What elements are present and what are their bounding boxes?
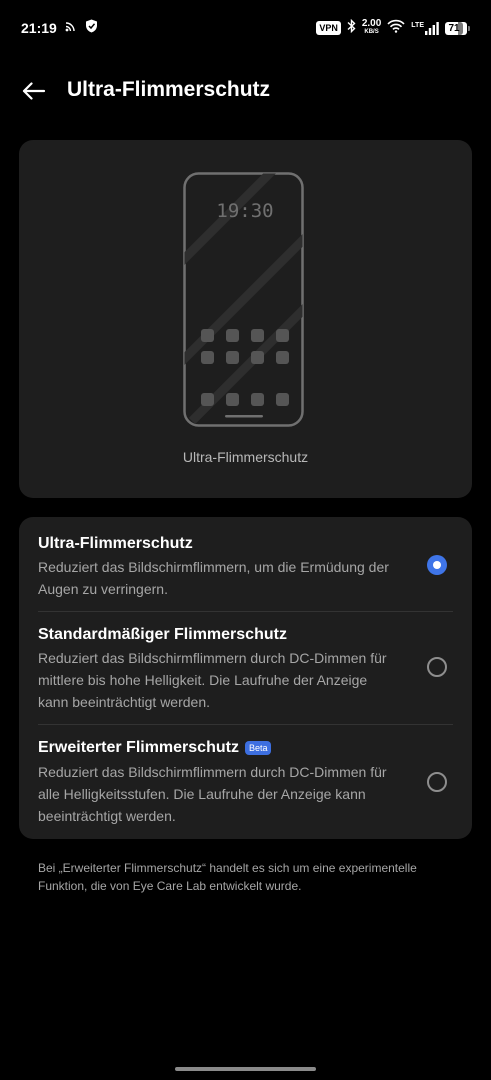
status-bar-left: 21:19 xyxy=(21,19,98,38)
radio-button[interactable] xyxy=(427,657,447,677)
radio-button-selected[interactable] xyxy=(427,555,447,575)
option-ultra-flimmerschutz[interactable]: Ultra-Flimmerschutz Reduziert das Bildsc… xyxy=(19,517,472,611)
network-type-label: LTE xyxy=(411,21,424,29)
screen: 21:19 VPN 2.00 KB/S LTE 71 Ultra-Flimmer… xyxy=(0,0,491,1080)
speed-unit: KB/S xyxy=(364,29,379,35)
lte-signal-icon: LTE xyxy=(411,21,439,35)
network-speed: 2.00 KB/S xyxy=(362,19,381,37)
page-title: Ultra-Flimmerschutz xyxy=(67,78,271,101)
option-title-text: Erweiterter Flimmerschutz xyxy=(38,739,239,756)
option-title: Ultra-Flimmerschutz xyxy=(38,535,193,553)
speed-value: 2.00 xyxy=(361,18,382,29)
bluetooth-icon xyxy=(347,18,356,38)
home-indicator[interactable] xyxy=(175,1067,316,1071)
arrow-left-icon xyxy=(22,82,46,100)
cast-icon xyxy=(65,19,77,37)
flicker-options-list: Ultra-Flimmerschutz Reduziert das Bildsc… xyxy=(19,517,472,839)
battery-level: 71 xyxy=(448,22,460,34)
option-title: Erweiterter Flimmerschutz Beta xyxy=(38,739,272,757)
option-title-text: Standardmäßiger Flimmerschutz xyxy=(38,626,287,643)
status-bar-right: VPN 2.00 KB/S LTE 71 xyxy=(316,18,470,38)
option-erweiterter-flimmerschutz[interactable]: Erweiterter Flimmerschutz Beta Reduziert… xyxy=(19,725,472,839)
option-description: Reduziert das Bildschirmflimmern, um die… xyxy=(38,559,389,597)
shield-icon xyxy=(85,19,98,38)
back-button[interactable] xyxy=(20,78,48,104)
app-header: Ultra-Flimmerschutz xyxy=(0,70,491,112)
option-title: Standardmäßiger Flimmerschutz xyxy=(38,626,287,644)
option-description: Reduziert das Bildschirmflimmern durch D… xyxy=(38,764,387,824)
option-description: Reduziert das Bildschirmflimmern durch D… xyxy=(38,650,387,710)
phone-illustration: 19:30 xyxy=(183,172,304,427)
status-time: 21:19 xyxy=(21,20,57,36)
option-title-text: Ultra-Flimmerschutz xyxy=(38,535,193,552)
beta-badge: Beta xyxy=(244,741,272,755)
status-bar: 21:19 VPN 2.00 KB/S LTE 71 xyxy=(0,0,491,56)
preview-label: Ultra-Flimmerschutz xyxy=(182,449,309,465)
radio-button[interactable] xyxy=(427,772,447,792)
footnote: Bei „Erweiterter Flimmerschutz“ handelt … xyxy=(38,861,417,893)
preview-clock: 19:30 xyxy=(216,200,273,222)
vpn-badge: VPN xyxy=(316,21,341,35)
preview-card: 19:30 Ultra-Flimmerschutz xyxy=(19,140,472,498)
battery-icon: 71 xyxy=(445,21,470,35)
option-standard-flimmerschutz[interactable]: Standardmäßiger Flimmerschutz Reduziert … xyxy=(19,612,472,723)
wifi-icon xyxy=(387,19,405,38)
